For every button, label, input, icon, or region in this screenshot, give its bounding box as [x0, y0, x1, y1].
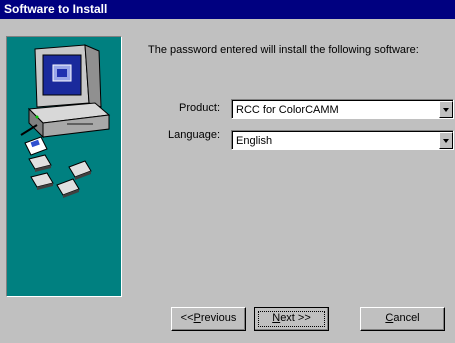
focus-rectangle	[258, 311, 325, 327]
side-illustration	[6, 36, 122, 297]
cancel-button[interactable]: Cancel	[360, 307, 445, 331]
next-button[interactable]: Next >>	[254, 307, 329, 331]
chevron-down-icon	[443, 139, 449, 143]
intro-text: The password entered will install the fo…	[148, 44, 419, 56]
previous-rest: revious	[200, 312, 237, 324]
product-value: RCC for ColorCAMM	[236, 104, 339, 116]
previous-mnemonic: P	[193, 312, 201, 324]
language-label: Language:	[168, 129, 220, 141]
window-title: Software to Install	[4, 2, 108, 16]
next-mnemonic: N	[272, 312, 281, 324]
language-value: English	[236, 135, 273, 147]
title-bar: Software to Install	[0, 0, 455, 19]
floppy-disk-icon	[24, 136, 92, 198]
previous-button[interactable]: <<Previous	[171, 307, 246, 331]
language-select[interactable]: English	[231, 130, 454, 150]
cancel-mnemonic: C	[385, 312, 394, 324]
product-dropdown-button[interactable]	[439, 101, 453, 118]
next-rest: ext >>	[280, 312, 311, 324]
previous-prefix: <<	[180, 312, 194, 324]
language-dropdown-button[interactable]	[439, 132, 453, 149]
product-label: Product:	[179, 102, 220, 114]
chevron-down-icon	[443, 108, 449, 112]
product-select[interactable]: RCC for ColorCAMM	[231, 99, 454, 119]
cancel-rest: ancel	[393, 312, 420, 324]
